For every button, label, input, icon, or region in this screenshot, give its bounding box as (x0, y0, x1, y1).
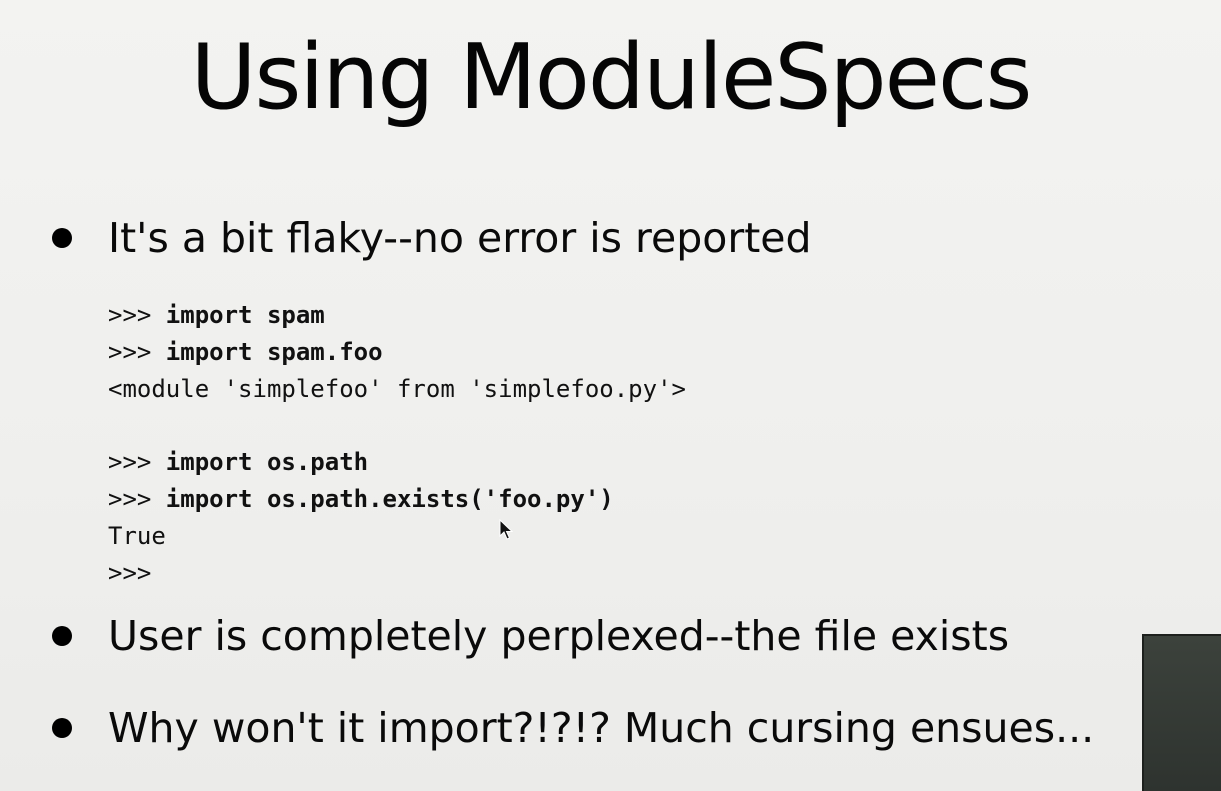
code-prompt: >>> (108, 448, 166, 477)
video-overlay-panel (1142, 634, 1221, 791)
bullet-text: User is completely perplexed--the file e… (108, 612, 1010, 660)
code-block: >>> import spam >>> import spam.foo <mod… (108, 297, 686, 591)
code-command: import os.path (165, 448, 369, 477)
code-line: <module 'simplefoo' from 'simplefoo.py'> (108, 371, 686, 408)
code-command: import os.path.exists('foo.py') (165, 484, 614, 513)
code-prompt: >>> (108, 337, 166, 366)
code-output: <module 'simplefoo' from 'simplefoo.py'> (108, 374, 686, 403)
bullet-dot-icon (52, 718, 72, 738)
code-output: True (108, 521, 166, 550)
code-command: import spam.foo (165, 337, 383, 366)
code-prompt: >>> (108, 558, 152, 587)
bullet-item: User is completely perplexed--the file e… (52, 612, 1009, 660)
bullet-dot-icon (52, 228, 72, 248)
code-line: True (108, 518, 686, 555)
mouse-pointer-icon (499, 519, 513, 540)
bullet-text: It's a bit flaky--no error is reported (108, 214, 812, 262)
code-line: >>> import spam.foo (108, 334, 686, 371)
bullet-dot-icon (52, 626, 72, 646)
bullet-item: It's a bit flaky--no error is reported (52, 214, 812, 262)
code-command: import spam (165, 301, 325, 329)
code-line: >>> import os.path (108, 444, 686, 481)
code-prompt: >>> (108, 484, 166, 513)
slide-title: Using ModuleSpecs (190, 25, 1033, 130)
code-prompt: >>> (108, 301, 166, 329)
code-line: >>> import os.path.exists('foo.py') (108, 481, 686, 518)
code-line: >>> (108, 555, 686, 592)
bullet-text: Why won't it import?!?!? Much cursing en… (108, 704, 1095, 752)
bullet-item: Why won't it import?!?!? Much cursing en… (52, 704, 1094, 752)
code-line: >>> import spam (108, 297, 686, 334)
slide: Using ModuleSpecs It's a bit flaky--no e… (0, 0, 1221, 791)
